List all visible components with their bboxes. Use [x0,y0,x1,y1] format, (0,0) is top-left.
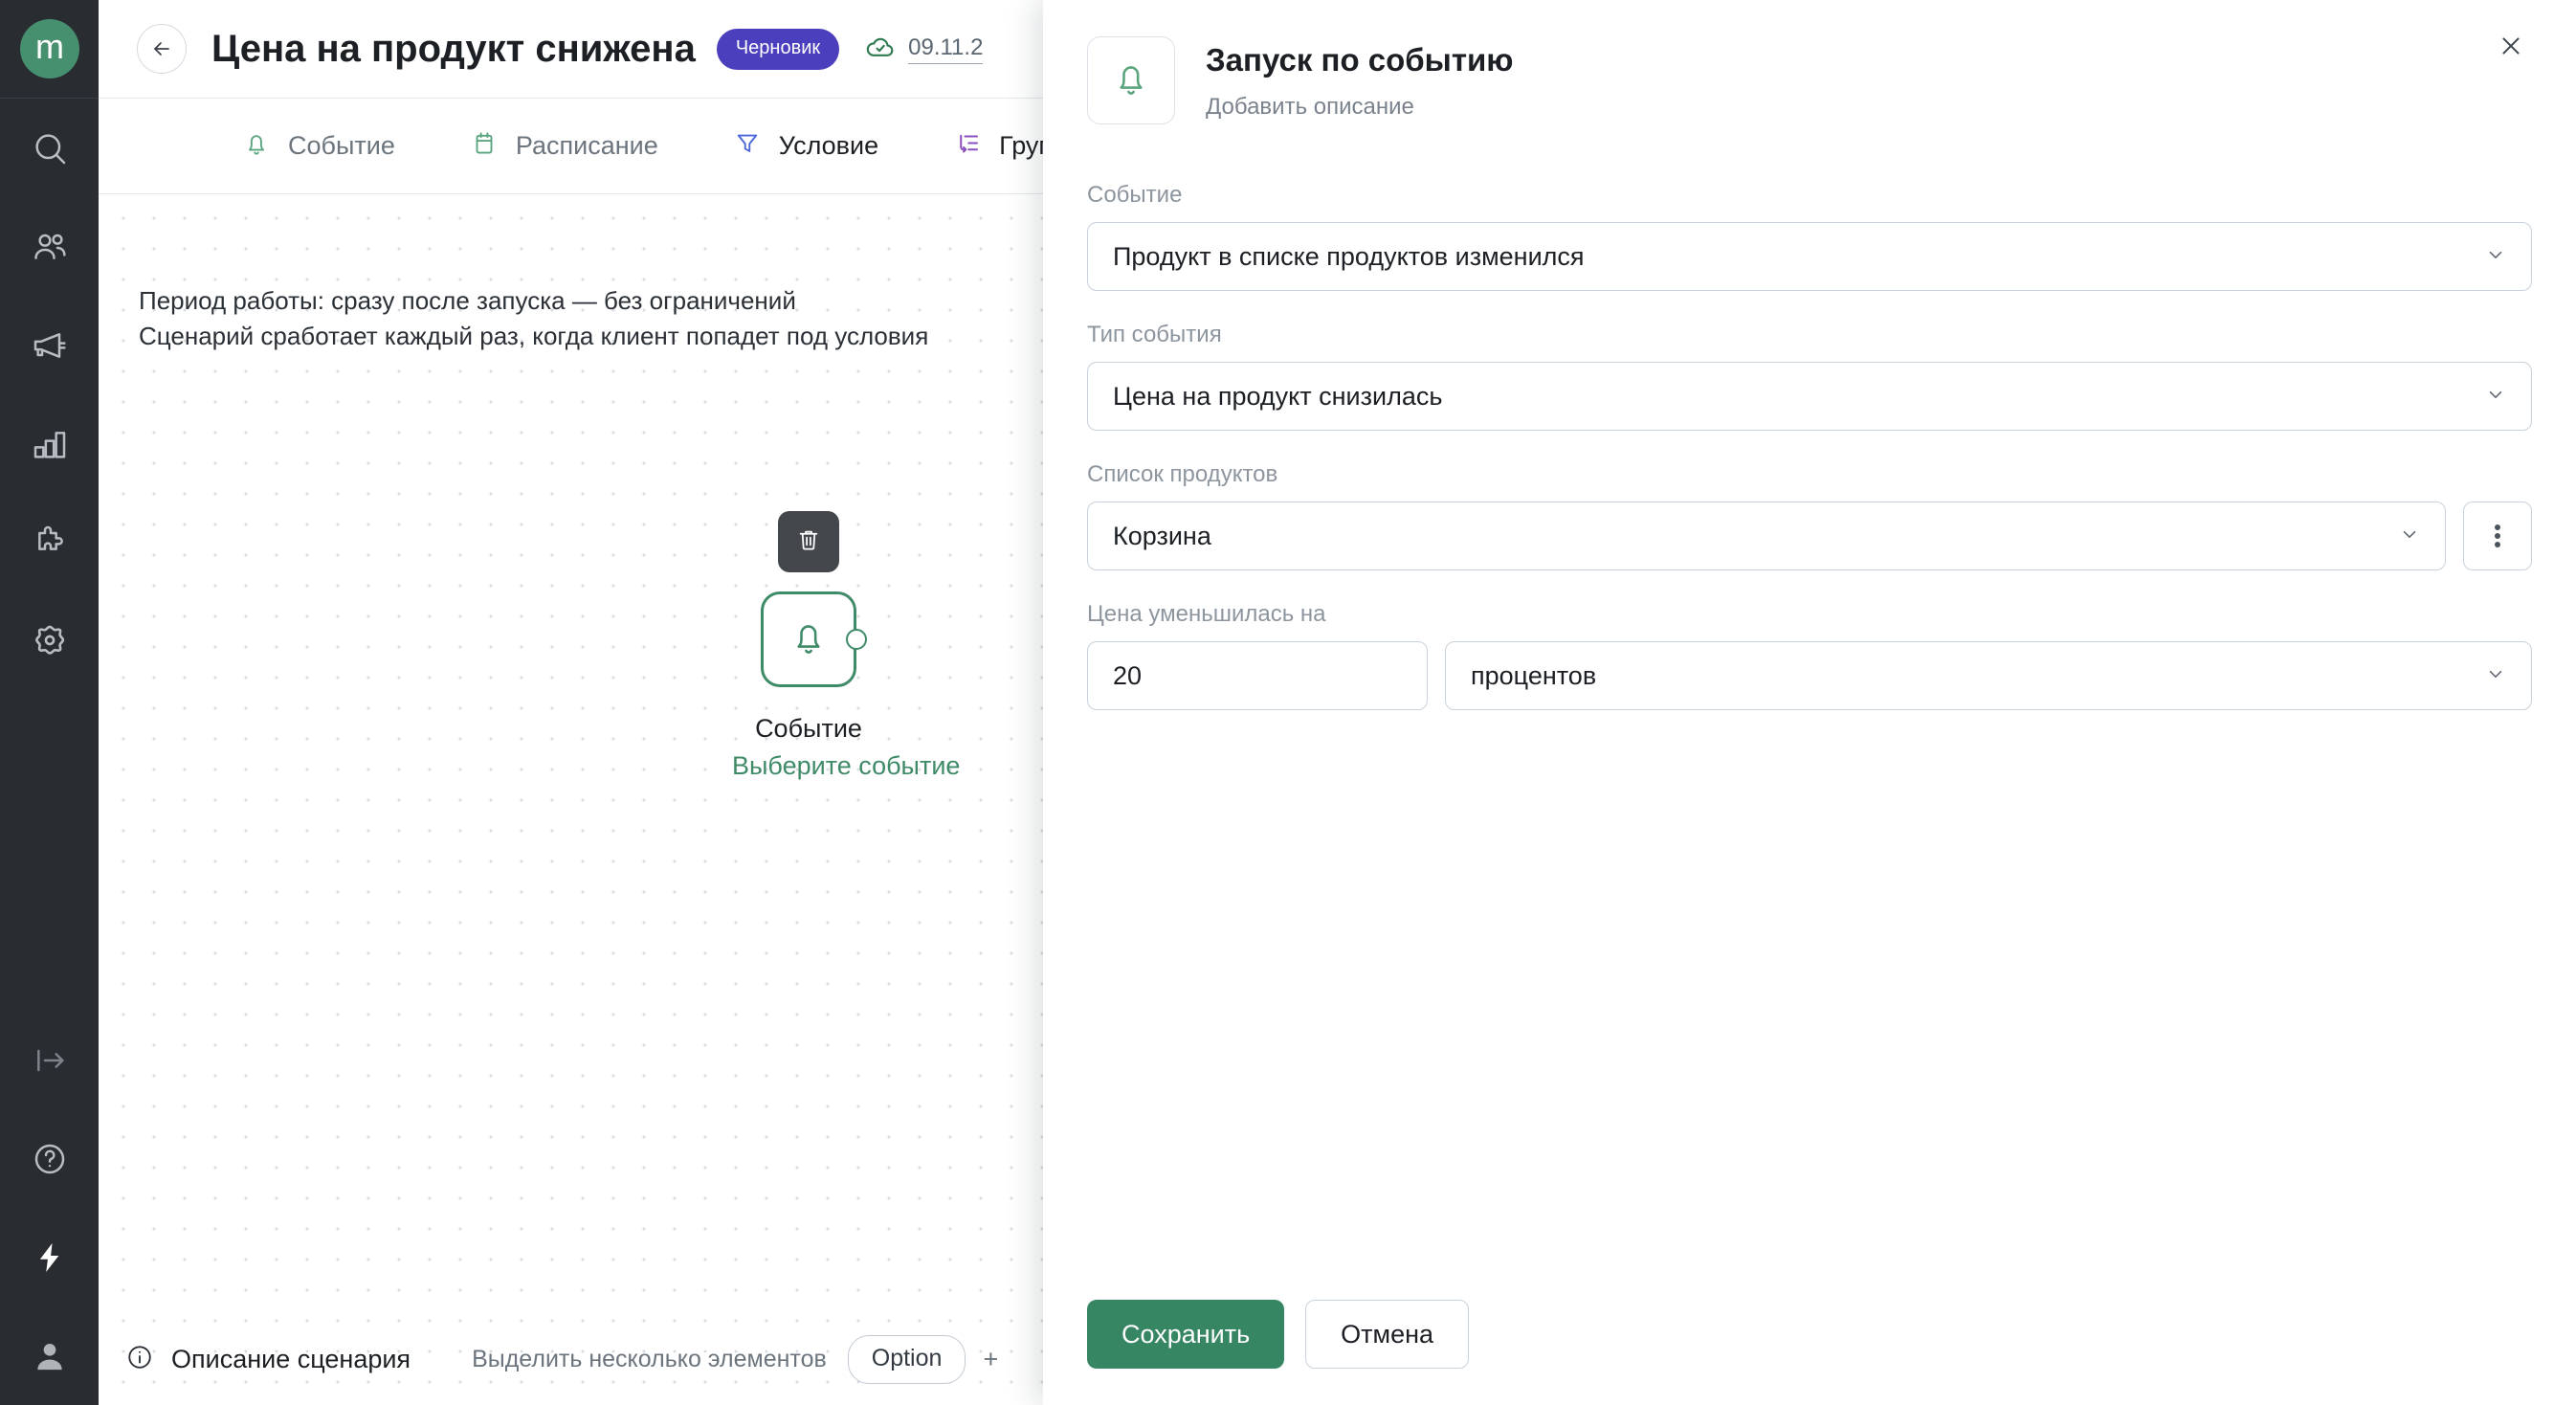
product-list-more-button[interactable] [2463,502,2532,570]
sidebar-item-analytics[interactable] [0,394,99,493]
settings-gear-icon [30,621,70,661]
tab-event-label: Событие [288,131,395,160]
users-icon [31,228,69,266]
saved-date: 09.11.2 [908,34,984,64]
field-price-drop-row: процентов [1087,641,2532,710]
sidebar-item-integrations[interactable] [0,493,99,591]
panel-title: Запуск по событию [1206,42,1514,78]
filter-icon [733,129,762,163]
multiselect-hint: Выделить несколько элементов [472,1345,827,1372]
chevron-down-icon [2485,244,2506,270]
field-price-drop: Цена уменьшилась на процентов [1087,601,2532,710]
tab-event[interactable]: Событие [242,129,395,163]
lightning-icon [32,1239,68,1276]
field-event-type: Тип события Цена на продукт снизилась [1087,322,2532,431]
status-badge: Черновик [716,28,840,70]
chevron-down-icon [2485,663,2506,689]
node-title: Событие [755,714,862,743]
node-output-port[interactable] [846,629,867,650]
logout-icon [31,1041,69,1080]
node-delete-button[interactable] [778,511,839,572]
event-type-select[interactable]: Цена на продукт снизилась [1087,362,2532,431]
event-settings-panel: Запуск по событию Добавить описание Собы… [1043,0,2576,1405]
field-event-row: Продукт в списке продуктов изменился [1087,222,2532,291]
tab-condition-label: Условие [778,131,879,160]
bell-icon [1110,57,1152,104]
sidebar-item-quick-actions[interactable] [0,1208,99,1306]
event-select[interactable]: Продукт в списке продуктов изменился [1087,222,2532,291]
panel-close-button[interactable] [2486,23,2536,73]
panel-heading-group: Запуск по событию Добавить описание [1206,36,1514,121]
sidebar-item-clients[interactable] [0,197,99,296]
chevron-down-icon [2399,524,2420,549]
panel-header: Запуск по событию Добавить описание [1043,0,2576,124]
help-circle-icon [31,1140,69,1178]
arrow-left-icon [154,42,169,56]
trash-icon [795,526,822,558]
scenario-description-label: Описание сценария [171,1344,411,1373]
field-product-list: Список продуктов Корзина [1087,461,2532,570]
back-button[interactable] [137,24,187,74]
scenario-description-button[interactable]: Описание сценария [125,1343,411,1376]
panel-icon-tile [1087,36,1175,124]
more-vertical-icon [2495,522,2500,550]
page-title: Цена на продукт снижена [211,27,696,70]
canvas-node-event[interactable]: Событие Выберите событие [732,511,960,781]
sidebar-item-campaigns[interactable] [0,296,99,394]
canvas-notes: Период работы: сразу после запуска — без… [139,283,928,354]
product-list-select[interactable]: Корзина [1087,502,2446,570]
field-product-list-row: Корзина [1087,502,2532,570]
bar-chart-icon [31,425,69,463]
cancel-button[interactable]: Отмена [1305,1300,1470,1369]
sidebar-item-settings[interactable] [0,591,99,690]
field-event: Событие Продукт в списке продуктов измен… [1087,182,2532,291]
sidebar-item-help[interactable] [0,1109,99,1208]
price-drop-amount-input[interactable] [1087,641,1428,710]
calendar-icon [470,129,499,163]
saved-status[interactable]: 09.11.2 [864,31,984,68]
left-sidebar: m [0,0,99,1405]
canvas-note-trigger: Сценарий сработает каждый раз, когда кли… [139,321,929,350]
field-event-type-row: Цена на продукт снизилась [1087,362,2532,431]
field-price-drop-label: Цена уменьшилась на [1087,601,1326,627]
panel-form: Событие Продукт в списке продуктов измен… [1043,124,2576,1263]
sidebar-item-logout[interactable] [0,1011,99,1109]
tab-schedule-label: Расписание [515,131,658,160]
cloud-check-icon [864,31,897,68]
field-event-type-label: Тип события [1087,322,1222,347]
info-circle-icon [125,1343,154,1376]
puzzle-icon [31,524,69,562]
megaphone-icon [31,326,69,365]
panel-add-description-link[interactable]: Добавить описание [1206,94,1514,121]
logo-mark: m [19,19,79,78]
close-icon [2498,33,2523,63]
sidebar-item-search[interactable] [0,99,99,197]
bell-icon [788,616,830,663]
app-root: m Цена на продукт снижена Черновик 09.11… [0,0,2576,1405]
bell-icon [242,129,271,163]
price-drop-unit-value: процентов [1471,660,1597,690]
field-product-list-label: Список продуктов [1087,461,1278,487]
kbd-plus: + [983,1344,999,1373]
tab-condition[interactable]: Условие [733,129,878,163]
event-select-value: Продукт в списке продуктов изменился [1113,241,1585,271]
main-area: Цена на продукт снижена Черновик 09.11.2 [99,0,2576,1405]
search-icon [31,129,69,167]
group-split-icon [953,129,982,163]
event-type-select-value: Цена на продукт снизилась [1113,381,1443,411]
canvas-note-period: Период работы: сразу после запуска — без… [139,286,796,315]
price-drop-unit-select[interactable]: процентов [1445,641,2532,710]
field-event-label: Событие [1087,182,1183,208]
sidebar-item-profile[interactable] [0,1306,99,1405]
chevron-down-icon [2485,384,2506,410]
user-avatar-icon [31,1337,69,1375]
save-button[interactable]: Сохранить [1087,1300,1285,1369]
kbd-option: Option [847,1334,966,1384]
node-subtitle[interactable]: Выберите событие [732,751,960,781]
tab-schedule[interactable]: Расписание [470,129,658,163]
node-box-event[interactable] [761,591,867,687]
product-list-select-value: Корзина [1113,521,1211,550]
app-logo[interactable]: m [0,0,99,99]
panel-footer: Сохранить Отмена [1043,1263,2576,1405]
